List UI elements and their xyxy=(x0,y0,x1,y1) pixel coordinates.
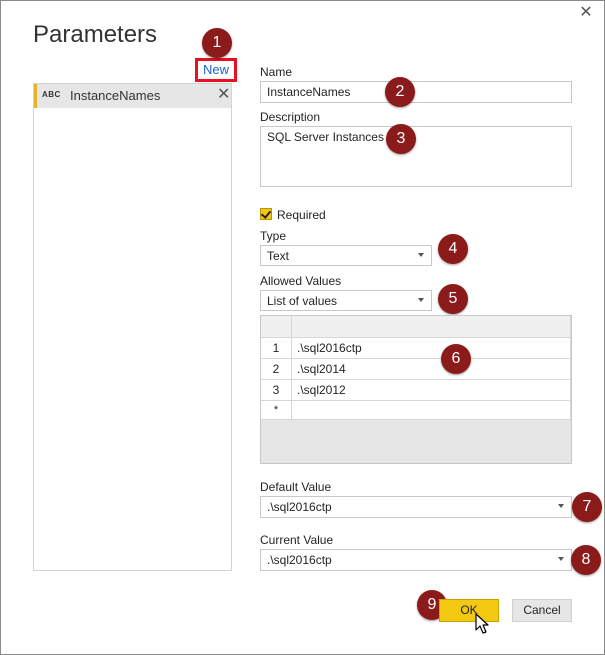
close-icon[interactable]: ✕ xyxy=(578,5,594,21)
parameters-dialog: Parameters ✕ New 1 ABC InstanceNames ✕ N… xyxy=(0,0,605,655)
description-textarea[interactable]: SQL Server Instances xyxy=(260,126,572,187)
allowed-values-select[interactable]: List of values xyxy=(260,290,432,311)
default-value-select[interactable]: .\sql2016ctp xyxy=(260,496,572,518)
row-number: 1 xyxy=(261,338,292,359)
name-label: Name xyxy=(260,65,293,79)
new-parameter-link[interactable]: New xyxy=(195,58,237,82)
parameter-list-item[interactable]: ABC InstanceNames ✕ xyxy=(34,84,231,108)
current-value-text: .\sql2016ctp xyxy=(267,553,332,567)
grid-cell[interactable]: .\sql2012 xyxy=(292,380,571,401)
callout-badge: 3 xyxy=(386,124,416,154)
allowed-values-label: Allowed Values xyxy=(260,274,342,288)
chevron-down-icon xyxy=(558,504,564,508)
callout-badge: 4 xyxy=(438,234,468,264)
callout-badge: 8 xyxy=(571,545,601,575)
grid-header-corner xyxy=(261,316,292,338)
description-label: Description xyxy=(260,110,321,124)
callout-badge: 1 xyxy=(202,28,232,58)
parameter-list: ABC InstanceNames ✕ xyxy=(33,83,232,571)
row-number: 3 xyxy=(261,380,292,401)
parameter-name: InstanceNames xyxy=(70,88,161,103)
cancel-button[interactable]: Cancel xyxy=(512,599,572,622)
callout-badge: 5 xyxy=(438,284,468,314)
default-value-label: Default Value xyxy=(260,480,332,494)
mouse-cursor-icon xyxy=(475,613,489,634)
name-input[interactable]: InstanceNames xyxy=(260,81,572,103)
grid-cell[interactable]: .\sql2016ctp xyxy=(292,338,571,359)
allowed-values-select-value: List of values xyxy=(267,294,338,308)
text-type-icon: ABC xyxy=(42,90,61,99)
chevron-down-icon xyxy=(558,557,564,561)
grid-cell[interactable]: .\sql2014 xyxy=(292,359,571,380)
required-checkbox[interactable] xyxy=(260,208,272,220)
new-row-marker: * xyxy=(261,401,292,420)
new-row-cell[interactable] xyxy=(292,401,571,420)
current-value-select[interactable]: .\sql2016ctp xyxy=(260,549,572,571)
values-grid: 1 .\sql2016ctp 2 .\sql2014 3 .\sql2012 * xyxy=(260,315,572,464)
chevron-down-icon xyxy=(418,298,424,302)
default-value-text: .\sql2016ctp xyxy=(267,500,332,514)
row-number: 2 xyxy=(261,359,292,380)
grid-header xyxy=(292,316,571,338)
type-select-value: Text xyxy=(267,249,290,263)
required-label: Required xyxy=(277,208,326,222)
chevron-down-icon xyxy=(418,253,424,257)
callout-badge: 2 xyxy=(385,77,415,107)
type-select[interactable]: Text xyxy=(260,245,432,266)
dialog-title: Parameters xyxy=(33,21,158,48)
type-label: Type xyxy=(260,229,287,243)
callout-badge: 6 xyxy=(441,344,471,374)
current-value-label: Current Value xyxy=(260,533,334,547)
delete-icon[interactable]: ✕ xyxy=(217,86,230,104)
callout-badge: 7 xyxy=(572,492,602,522)
